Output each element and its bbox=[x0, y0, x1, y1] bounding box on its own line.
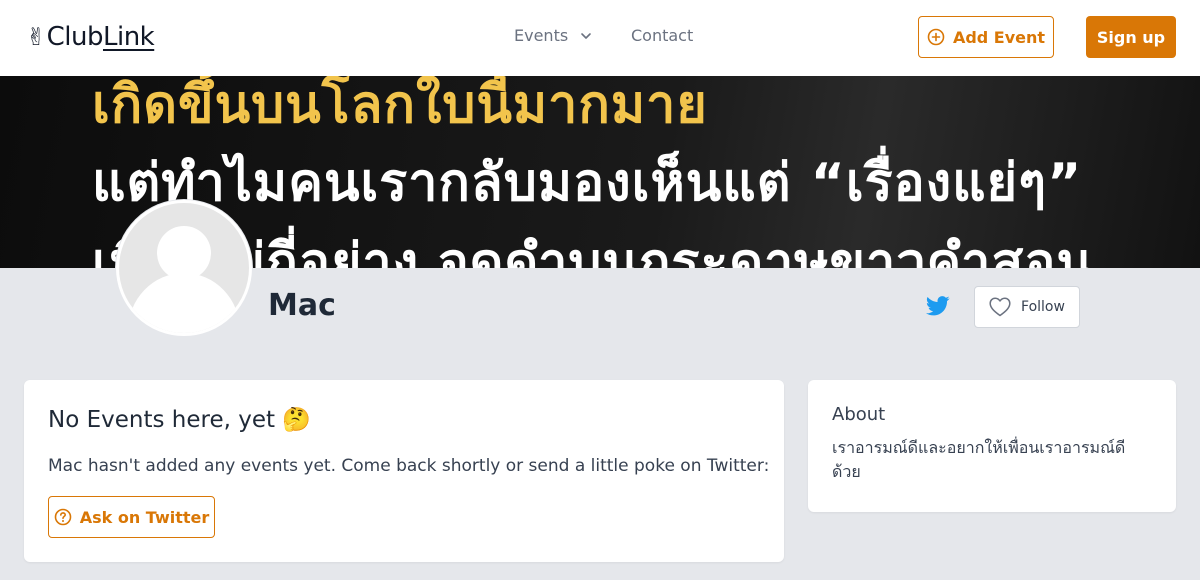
twitter-icon[interactable] bbox=[926, 296, 950, 316]
question-circle-icon bbox=[54, 508, 72, 526]
heart-icon bbox=[989, 297, 1011, 317]
add-event-button[interactable]: Add Event bbox=[918, 16, 1054, 58]
follow-label: Follow bbox=[1021, 299, 1065, 315]
plus-circle-icon bbox=[927, 28, 945, 46]
nav-events-label: Events bbox=[514, 26, 569, 45]
ask-on-twitter-label: Ask on Twitter bbox=[79, 507, 210, 527]
default-user-avatar-icon bbox=[119, 203, 249, 333]
chevron-down-icon bbox=[581, 32, 591, 39]
nav-contact-link[interactable]: Contact bbox=[631, 26, 693, 45]
victory-hand-icon: ✌ bbox=[26, 23, 46, 51]
about-title: About bbox=[832, 404, 886, 425]
clublink-logo[interactable]: ✌ Club Link bbox=[26, 22, 155, 52]
profile-name: Mac bbox=[268, 288, 336, 323]
logo-text-club: Club bbox=[46, 22, 104, 52]
about-text: เราอารมณ์ดีและอยากให้เพื่อนเราอารมณ์ดีด้… bbox=[832, 438, 1126, 481]
logo-text-link: Link bbox=[102, 22, 155, 52]
ask-on-twitter-button[interactable]: Ask on Twitter bbox=[48, 496, 215, 538]
events-empty-title: No Events here, yet 🤔 bbox=[48, 407, 311, 433]
avatar bbox=[116, 200, 252, 336]
banner-text-line: แต่ทำไมคนเรากลับมองเห็นแต่ “เรื่องแย่ๆ” bbox=[92, 153, 1083, 213]
nav-events-dropdown[interactable]: Events bbox=[514, 26, 592, 45]
events-card: No Events here, yet 🤔 Mac hasn't added a… bbox=[24, 380, 784, 562]
top-navbar: ✌ Club Link Events Contact Add Event Sig… bbox=[0, 0, 1200, 76]
add-event-label: Add Event bbox=[952, 27, 1046, 47]
about-card: About เราอารมณ์ดีและอยากให้เพื่อนเราอารม… bbox=[808, 380, 1176, 512]
sign-up-button[interactable]: Sign up bbox=[1086, 16, 1176, 58]
follow-button[interactable]: Follow bbox=[974, 286, 1080, 328]
banner-text-line: เกิดขึ้นบนโลกใบนี้มากมาย bbox=[92, 76, 708, 135]
events-empty-description: Mac hasn't added any events yet. Come ba… bbox=[48, 456, 770, 476]
